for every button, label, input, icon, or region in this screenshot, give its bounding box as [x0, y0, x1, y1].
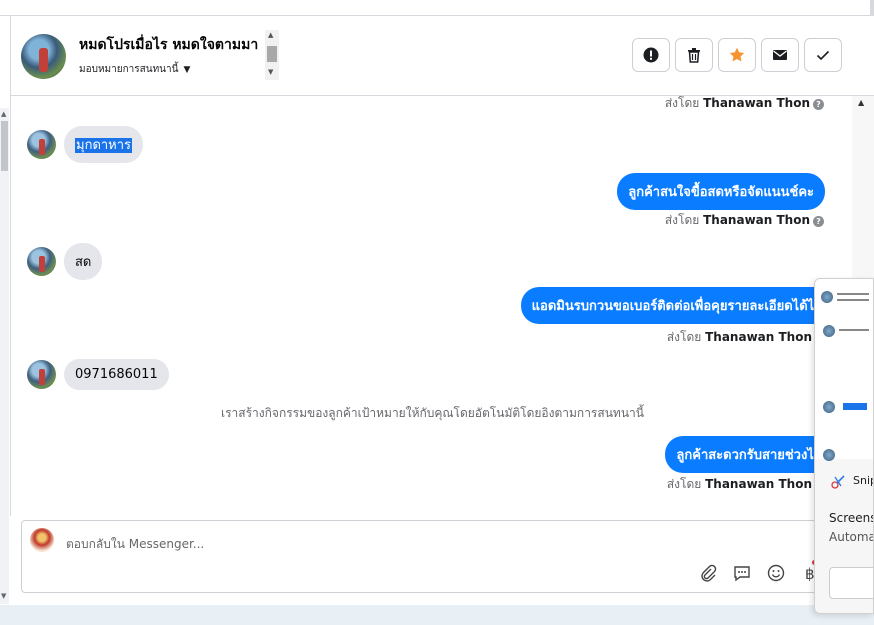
top-strip — [0, 0, 874, 16]
attachment-icon[interactable] — [698, 563, 718, 583]
snip-action-button[interactable] — [829, 567, 873, 599]
reply-composer[interactable]: ตอบกลับใน Messenger... ฿ — [21, 520, 861, 593]
mark-spam-button[interactable] — [632, 38, 670, 72]
caret-down-icon: ▼ — [183, 64, 191, 75]
scroll-up-icon[interactable]: ▲ — [858, 98, 864, 107]
selected-text: มุกดาหาร — [75, 138, 133, 153]
composer-toolbar: ฿ — [698, 563, 820, 583]
snip-logo-icon — [831, 475, 845, 489]
check-icon — [816, 50, 830, 61]
scroll-down-icon[interactable]: ▼ — [1, 592, 6, 600]
snip-subtitle: Automa — [829, 530, 874, 544]
left-scrollbar[interactable]: ▲ ▼ — [0, 108, 9, 604]
message-thread: ส่งโดย Thanawan Thon? มุกดาหาร ลูกค้าสนใ… — [10, 94, 858, 516]
incoming-bubble[interactable]: 0971686011 — [64, 359, 169, 390]
help-icon[interactable]: ? — [813, 99, 824, 110]
outgoing-bubble[interactable]: ลูกค้าสนใจขื้อสดหรือจัดแนนช์คะ — [617, 173, 825, 210]
star-icon — [729, 47, 745, 62]
incoming-message-row: 0971686011 — [27, 359, 169, 390]
snip-notification-popup[interactable]: Snip Screens Automa — [814, 278, 874, 614]
mark-unread-button[interactable] — [761, 38, 799, 72]
sent-by-line: ส่งโดย Thanawan Thon? — [665, 94, 824, 113]
assign-conversation-dropdown[interactable]: มอบหมายการสนทนานี้ ▼ — [79, 62, 190, 77]
snip-app-name: Snip — [853, 474, 873, 487]
incoming-message-row: สด — [27, 243, 103, 280]
trash-icon — [688, 48, 700, 63]
delete-button[interactable] — [675, 38, 713, 72]
outgoing-bubble[interactable]: แอดมินรบกวนขอเบอร์ติดต่อเพื่อคุยรายละเอี… — [520, 287, 858, 324]
sent-by-line: ส่งโดย Thanawan Thon? — [665, 211, 824, 230]
mark-done-button[interactable] — [804, 38, 842, 72]
sender-avatar[interactable] — [27, 130, 56, 159]
saved-reply-icon[interactable] — [732, 563, 752, 583]
star-button[interactable] — [718, 38, 756, 72]
sender-avatar[interactable] — [27, 360, 56, 389]
scroll-thumb[interactable] — [1, 121, 8, 171]
page-avatar — [30, 528, 54, 552]
snip-title: Screens — [829, 511, 874, 525]
sender-avatar[interactable] — [27, 247, 56, 276]
conversation-name: หมดโปรเมื่อไร หมดใจตามมา — [79, 37, 259, 53]
page-footer-band — [0, 605, 874, 625]
help-icon[interactable]: ? — [813, 216, 824, 227]
system-note: เราสร้างกิจกรรมของลูกค้าเป้าหมายให้กับคุ… — [221, 406, 644, 420]
incoming-bubble[interactable]: มุกดาหาร — [64, 126, 144, 163]
emoji-icon[interactable] — [766, 563, 786, 583]
contact-avatar[interactable] — [21, 34, 66, 79]
conversation-header: หมดโปรเมื่อไร หมดใจตามมา มอบหมายการสนทนา… — [10, 16, 874, 96]
assign-label: มอบหมายการสนทนานี้ — [79, 64, 179, 75]
spam-icon — [643, 47, 659, 63]
incoming-message-row: มุกดาหาร — [27, 126, 144, 163]
sent-by-line: ส่งโดย Thanawan Thon — [666, 477, 812, 491]
name-scrollbar[interactable]: ▲ ▼ — [265, 30, 279, 80]
incoming-bubble[interactable]: สด — [64, 243, 103, 280]
reply-input[interactable]: ตอบกลับใน Messenger... — [66, 535, 204, 554]
mail-icon — [773, 50, 787, 60]
screenshot-thumbnail[interactable] — [815, 279, 873, 461]
sent-by-line: ส่งโดย Thanawan Thon — [666, 330, 812, 344]
scroll-up-icon[interactable]: ▲ — [1, 110, 6, 118]
